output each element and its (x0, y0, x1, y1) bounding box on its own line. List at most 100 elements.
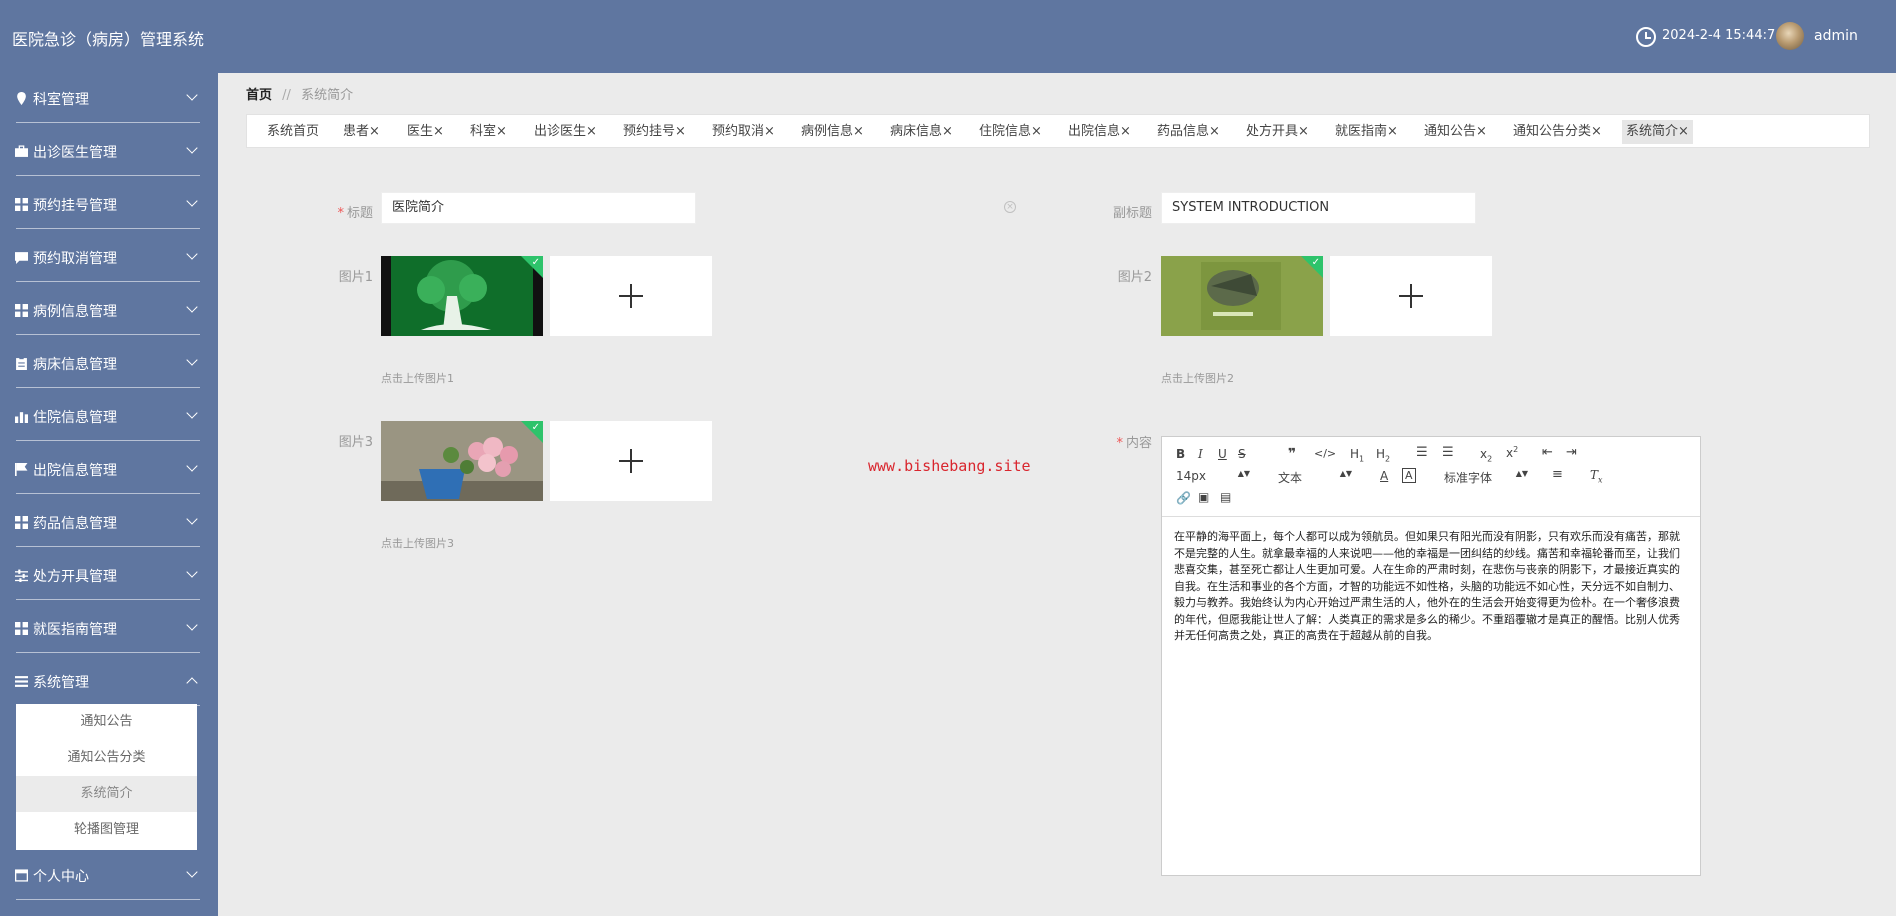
sidebar-item-inpatient[interactable]: 住院信息管理 (0, 391, 218, 441)
sidebar-item-profile[interactable]: 个人中心 (0, 850, 218, 900)
tab-notice[interactable]: 通知公告× (1420, 120, 1491, 144)
bold-icon[interactable]: B (1176, 447, 1185, 461)
text-type-select[interactable]: 文本 ▲▼ (1278, 469, 1352, 486)
bullet-list-icon[interactable]: ☰ (1442, 445, 1454, 460)
rich-text-editor[interactable]: B I U S ❞ </> H1 H2 ☰ ☰ x2 x2 ⇤ ⇥ 14px ▲▼… (1161, 436, 1701, 876)
close-icon[interactable]: × (1476, 124, 1487, 139)
tab-patient[interactable]: 患者× (339, 120, 384, 144)
video-icon[interactable]: ▤ (1220, 490, 1231, 504)
uploaded-image-1[interactable]: ✓ (381, 256, 543, 336)
sidebar-item-department[interactable]: 科室管理 (0, 73, 218, 123)
title-input[interactable]: 医院简介 (381, 192, 696, 224)
close-icon[interactable]: × (586, 124, 597, 139)
font-color-icon[interactable]: A (1380, 469, 1388, 483)
image-icon[interactable]: ▣ (1198, 490, 1209, 504)
tab-intro[interactable]: 系统简介× (1622, 120, 1693, 144)
close-icon[interactable]: × (496, 124, 507, 139)
tab-prescription[interactable]: 处方开具× (1242, 120, 1313, 144)
close-icon[interactable]: × (675, 124, 686, 139)
close-icon[interactable]: × (1387, 124, 1398, 139)
sidebar-item-appointment[interactable]: 预约挂号管理 (0, 179, 218, 229)
close-icon[interactable]: × (853, 124, 864, 139)
close-icon[interactable]: × (1591, 124, 1602, 139)
avatar[interactable] (1776, 22, 1804, 50)
sidebar-item-guide[interactable]: 就医指南管理 (0, 603, 218, 653)
close-icon[interactable]: × (369, 124, 380, 139)
upload-button-3[interactable] (550, 421, 712, 501)
close-icon[interactable]: × (433, 124, 444, 139)
submenu-item-intro[interactable]: 系统简介 (16, 776, 197, 812)
breadcrumb-separator: // (282, 88, 291, 103)
tab-bed[interactable]: 病床信息× (886, 120, 957, 144)
sidebar-item-label: 预约挂号管理 (33, 198, 117, 214)
tab-label: 系统首页 (267, 124, 320, 139)
sidebar-item-bed[interactable]: 病床信息管理 (0, 338, 218, 388)
tab-case[interactable]: 病例信息× (797, 120, 868, 144)
ordered-list-icon[interactable]: ☰ (1416, 445, 1428, 460)
sidebar-item-prescription[interactable]: 处方开具管理 (0, 550, 218, 600)
close-icon[interactable]: × (1298, 124, 1309, 139)
code-icon[interactable]: </> (1314, 447, 1336, 460)
tab-label: 通知公告分类 (1513, 124, 1592, 139)
breadcrumb-home[interactable]: 首页 (246, 88, 272, 103)
sidebar-item-cancel[interactable]: 预约取消管理 (0, 232, 218, 282)
italic-icon[interactable]: I (1198, 447, 1203, 461)
editor-content[interactable]: 在平静的海平面上，每个人都可以成为领航员。但如果只有阳光而没有阴影，只有欢乐而没… (1174, 529, 1688, 645)
chevron-down-icon (186, 301, 198, 313)
superscript-icon[interactable]: x2 (1506, 445, 1518, 460)
sidebar-item-label: 病床信息管理 (33, 357, 117, 373)
uploaded-image-2[interactable]: ✓ (1161, 256, 1323, 336)
close-icon[interactable]: × (764, 124, 775, 139)
clear-format-icon[interactable]: Tx (1590, 468, 1603, 484)
close-icon[interactable]: × (1209, 124, 1220, 139)
font-size-select[interactable]: 14px ▲▼ (1176, 469, 1250, 483)
tab-appointment[interactable]: 预约挂号× (619, 120, 690, 144)
sidebar-item-doctor[interactable]: 出诊医生管理 (0, 126, 218, 176)
subscript-icon[interactable]: x2 (1480, 447, 1492, 463)
heading1-icon[interactable]: H1 (1350, 447, 1364, 463)
clear-icon[interactable]: × (1004, 201, 1016, 213)
tab-cancel[interactable]: 预约取消× (708, 120, 779, 144)
sidebar-item-discharge[interactable]: 出院信息管理 (0, 444, 218, 494)
outdent-icon[interactable]: ⇤ (1542, 445, 1553, 460)
align-icon[interactable]: ≡ (1552, 467, 1563, 482)
upload-hint-1: 点击上传图片1 (381, 372, 454, 385)
tab-inpatient[interactable]: 住院信息× (975, 120, 1046, 144)
submenu-item-notice[interactable]: 通知公告 (16, 704, 197, 740)
tab-notice-category[interactable]: 通知公告分类× (1509, 120, 1606, 144)
tab-drug[interactable]: 药品信息× (1153, 120, 1224, 144)
sidebar-item-case[interactable]: 病例信息管理 (0, 285, 218, 335)
watermark: www.bishebang.site (868, 457, 1031, 475)
subtitle-input[interactable]: SYSTEM INTRODUCTION (1161, 192, 1476, 224)
tab-label: 系统简介 (1626, 124, 1679, 139)
close-icon[interactable]: × (1031, 124, 1042, 139)
clipboard-icon (16, 357, 27, 370)
sidebar-item-label: 系统管理 (33, 675, 89, 691)
background-color-icon[interactable]: A (1402, 468, 1416, 483)
link-icon[interactable]: 🔗 (1176, 491, 1191, 505)
uploaded-image-3[interactable]: ✓ (381, 421, 543, 501)
strikethrough-icon[interactable]: S (1238, 447, 1246, 461)
tab-discharge[interactable]: 出院信息× (1064, 120, 1135, 144)
upload-button-1[interactable] (550, 256, 712, 336)
blockquote-icon[interactable]: ❞ (1288, 446, 1296, 462)
close-icon[interactable]: × (1120, 124, 1131, 139)
clock-icon (1636, 27, 1656, 47)
tab-doctor[interactable]: 医生× (403, 120, 448, 144)
font-family-select[interactable]: 标准字体 ▲▼ (1444, 469, 1528, 486)
tab-home[interactable]: 系统首页 (263, 120, 323, 144)
close-icon[interactable]: × (942, 124, 953, 139)
tab-visiting-doctor[interactable]: 出诊医生× (530, 120, 601, 144)
tab-department[interactable]: 科室× (466, 120, 511, 144)
tab-guide[interactable]: 就医指南× (1331, 120, 1402, 144)
heading2-icon[interactable]: H2 (1376, 447, 1390, 463)
indent-icon[interactable]: ⇥ (1566, 445, 1577, 460)
upload-button-2[interactable] (1330, 256, 1492, 336)
sidebar-item-drug[interactable]: 药品信息管理 (0, 497, 218, 547)
submenu-item-notice-category[interactable]: 通知公告分类 (16, 740, 197, 776)
underline-icon[interactable]: U (1218, 447, 1227, 461)
username[interactable]: admin (1814, 28, 1858, 44)
close-icon[interactable]: × (1678, 124, 1689, 139)
sidebar-item-system[interactable]: 系统管理 (0, 656, 218, 706)
submenu-item-carousel[interactable]: 轮播图管理 (16, 812, 197, 848)
